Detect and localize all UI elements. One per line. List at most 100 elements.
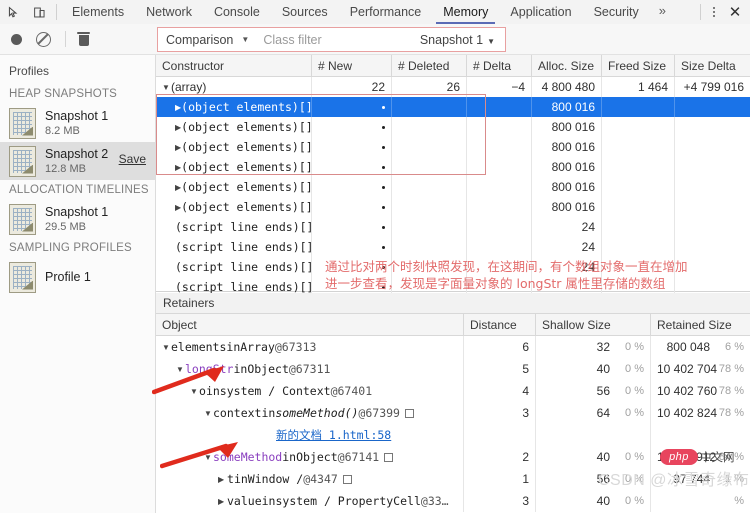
tab-elements[interactable]: Elements	[61, 0, 135, 24]
retainer-class-name: system / PropertyCell	[275, 494, 421, 508]
retainer-object-id: @67141	[337, 450, 380, 464]
table-row[interactable]: 新的文档 1.html:58	[156, 424, 750, 446]
table-row[interactable]: (script line ends)[] 24	[156, 237, 750, 257]
class-filter-input[interactable]: Class filter	[263, 33, 420, 47]
constructor-name: (script line ends)[]	[175, 240, 311, 254]
snapshot-selector[interactable]: Snapshot 1 ▼	[420, 33, 505, 47]
table-row[interactable]: ▼ longStr in Object @67311 5 40 0 % 10 402 70…	[156, 358, 750, 380]
constructor-grid-header: Constructor # New # Deleted # Delta Allo…	[156, 55, 750, 77]
table-row[interactable]: ▶(object elements)[] @ 800 016	[156, 137, 750, 157]
table-row[interactable]: ▶(object elements)[] @ 800 016	[156, 117, 750, 137]
sidebar-item-allocation-snapshot-1[interactable]: Snapshot 1 29.5 MB	[0, 200, 155, 238]
chevron-right-icon[interactable]: ▶	[218, 497, 227, 506]
retained-size-cell: 10 402 760 78 %	[650, 380, 750, 402]
value-dot-icon	[382, 125, 385, 129]
save-snapshot-link[interactable]: Save	[119, 152, 146, 166]
retained-size-cell: 10 402 824 78 %	[650, 402, 750, 424]
inspect-element-icon[interactable]	[0, 0, 26, 24]
table-row[interactable]: ▶ value in system / PropertyCell @33… 3 40 0…	[156, 490, 750, 512]
record-dot-icon[interactable]	[11, 33, 22, 45]
tab-application[interactable]: Application	[499, 0, 582, 24]
open-in-sources-icon[interactable]	[342, 474, 352, 484]
tab-label: Performance	[349, 5, 422, 19]
table-row[interactable]: ▶(object elements)[] @ 800 016	[156, 177, 750, 197]
sidebar-item-label: Profile 1	[45, 269, 91, 284]
deleted-count-cell	[391, 137, 466, 157]
col-shallow-size[interactable]: Shallow Size	[535, 314, 650, 335]
open-in-sources-icon[interactable]	[404, 408, 414, 418]
col-size-delta[interactable]: Size Delta	[674, 55, 750, 76]
shallow-size-percent: 0 %	[625, 341, 644, 353]
retainer-property-name: elements	[171, 340, 227, 354]
col-retained-size[interactable]: Retained Size	[650, 314, 750, 335]
table-row[interactable]: ▼ o in system / Context @67401 4 56 0 % 10 40…	[156, 380, 750, 402]
tab-sources[interactable]: Sources	[271, 0, 339, 24]
tab-network[interactable]: Network	[135, 0, 203, 24]
device-toolbar-icon[interactable]	[26, 0, 52, 24]
constructor-cell: ▶(object elements)[] @	[156, 197, 311, 217]
col-deleted[interactable]: # Deleted	[391, 55, 466, 76]
more-tabs-icon[interactable]: »	[650, 0, 675, 24]
retained-size-percent: 78 %	[718, 385, 744, 397]
close-icon[interactable]: ✕	[723, 0, 747, 24]
value-dot-icon	[382, 165, 385, 169]
more-options-icon[interactable]	[705, 0, 723, 24]
chevron-right-icon[interactable]: ▶	[218, 475, 227, 484]
table-row[interactable]: (script line ends)[] 24	[156, 217, 750, 237]
delta-cell: −4	[466, 77, 531, 97]
size-delta-cell	[674, 97, 750, 117]
table-row[interactable]: ▼ (array) 22 26 −4 4 800 480 1 464 +4 799 016	[156, 77, 750, 97]
retainer-in-keyword: in	[226, 340, 241, 354]
shallow-size-cell: 32 0 %	[535, 336, 650, 358]
col-new[interactable]: # New	[311, 55, 391, 76]
trash-icon[interactable]	[77, 32, 90, 46]
sidebar-group-heap-snapshots: HEAP SNAPSHOTS	[9, 88, 118, 100]
chevron-down-icon[interactable]: ▼	[204, 409, 213, 418]
table-row[interactable]: ▶(object elements)[] @ 800 016	[156, 157, 750, 177]
tab-performance[interactable]: Performance	[339, 0, 433, 24]
col-freed-size[interactable]: Freed Size	[601, 55, 674, 76]
shallow-size-cell: 40 0 %	[535, 446, 650, 468]
retainer-object-cell: ▶ value in system / PropertyCell @33…	[156, 490, 463, 512]
chevron-down-icon[interactable]: ▼	[204, 453, 213, 462]
snapshot-icon	[9, 203, 36, 235]
chevron-down-icon[interactable]: ▼	[162, 83, 171, 92]
retainer-object-cell: ▼ o in system / Context @67401	[156, 380, 463, 402]
col-distance[interactable]: Distance	[463, 314, 535, 335]
open-in-sources-icon[interactable]	[384, 452, 394, 462]
new-count-cell	[311, 197, 391, 217]
tab-memory[interactable]: Memory	[432, 0, 499, 24]
sidebar-item-snapshot-1[interactable]: Snapshot 1 8.2 MB	[0, 104, 155, 142]
retainer-in-keyword: in	[233, 472, 248, 486]
sidebar-item-profile-1[interactable]: Profile 1	[0, 258, 155, 296]
table-row[interactable]: ▼ context in someMethod() @67399 3 64 0 % 10 …	[156, 402, 750, 424]
shallow-size-cell: 40 0 %	[535, 358, 650, 380]
retainer-object-cell: 新的文档 1.html:58	[156, 424, 463, 446]
table-row[interactable]: ▶(object elements)[] @ 800 016	[156, 97, 750, 117]
shallow-size-percent: 0 %	[625, 363, 644, 375]
table-row[interactable]: ▼ elements in Array @67313 6 32 0 % 800 048 6 …	[156, 336, 750, 358]
shallow-size-percent: 0 %	[625, 407, 644, 419]
table-row[interactable]: ▶(object elements)[] @ 800 016	[156, 197, 750, 217]
source-link[interactable]: 新的文档 1.html:58	[276, 427, 391, 443]
col-delta[interactable]: # Delta	[466, 55, 531, 76]
col-alloc-size[interactable]: Alloc. Size	[531, 55, 601, 76]
retainer-object-id: @67311	[288, 362, 331, 376]
sidebar-item-text: Snapshot 1 29.5 MB	[45, 205, 108, 234]
distance-cell: 1	[463, 468, 535, 490]
value-dot-icon	[382, 225, 385, 229]
col-object[interactable]: Object	[156, 314, 463, 335]
comparison-mode-label[interactable]: Comparison	[158, 33, 233, 47]
chevron-down-icon[interactable]: ▼	[176, 365, 185, 374]
col-constructor[interactable]: Constructor	[156, 55, 311, 76]
chevron-down-icon[interactable]: ▼	[162, 343, 171, 352]
chevron-down-icon[interactable]: ▼	[190, 387, 199, 396]
chevron-down-icon[interactable]: ▼	[241, 35, 249, 44]
no-entry-icon[interactable]	[36, 31, 51, 47]
snapshot-selector-label: Snapshot 1	[419, 32, 484, 47]
retainer-in-keyword: in	[261, 406, 276, 420]
sidebar-item-snapshot-2[interactable]: Snapshot 2 12.8 MB Save	[0, 142, 155, 180]
tab-security[interactable]: Security	[583, 0, 650, 24]
freed-size-cell	[601, 217, 674, 237]
tab-console[interactable]: Console	[203, 0, 271, 24]
